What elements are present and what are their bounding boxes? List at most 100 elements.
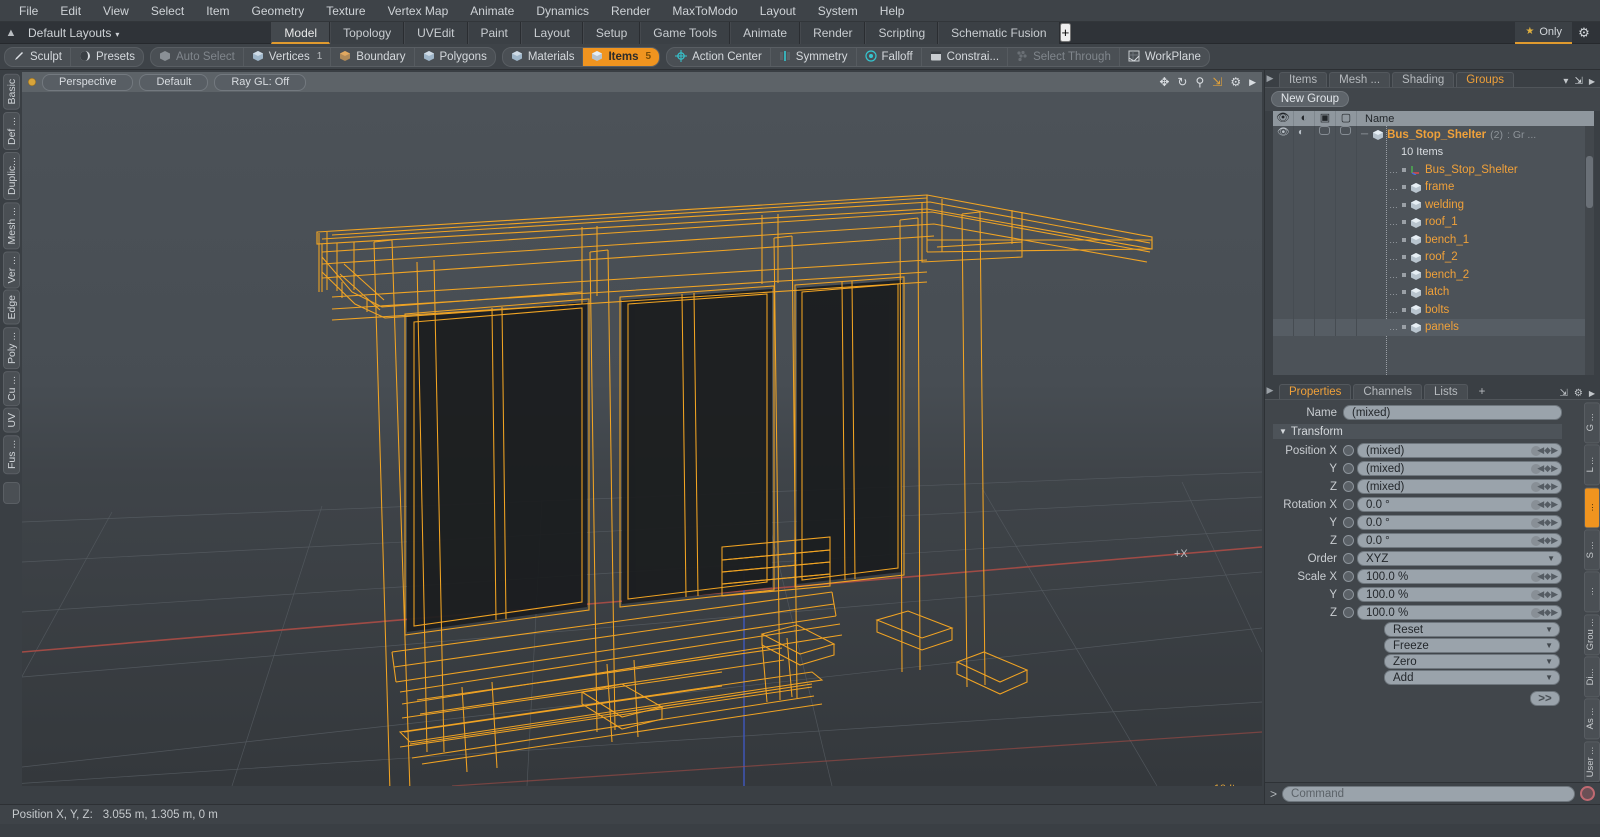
toolbar-button-falloff[interactable]: Falloff bbox=[857, 47, 922, 66]
property-field[interactable]: (mixed) ◀◆▶ bbox=[1357, 461, 1562, 476]
tree-shade-cell[interactable]: ◐ bbox=[1294, 126, 1315, 144]
properties-side-tab-2[interactable]: ... bbox=[1584, 486, 1600, 528]
tree-box1-cell[interactable] bbox=[1315, 213, 1336, 231]
tree-eye-cell[interactable] bbox=[1273, 301, 1294, 319]
rail-bottom-box[interactable] bbox=[2, 481, 20, 504]
property-spinner[interactable]: ◀◆▶ bbox=[1537, 445, 1558, 456]
property-field[interactable]: 0.0 ° ◀◆▶ bbox=[1357, 497, 1562, 512]
order-radio[interactable] bbox=[1343, 553, 1354, 564]
property-radio[interactable] bbox=[1343, 607, 1354, 618]
left-rail-tab-9[interactable]: Fus ... bbox=[2, 434, 20, 474]
tree-box2-cell[interactable] bbox=[1336, 196, 1357, 214]
viewport-indicator-icon[interactable] bbox=[28, 78, 36, 86]
toolbar-button-workplane[interactable]: WorkPlane bbox=[1120, 48, 1209, 66]
left-rail-tab-4[interactable]: Ver ... bbox=[2, 251, 20, 289]
tree-box2-cell[interactable] bbox=[1336, 283, 1357, 301]
tree-item-row[interactable]: … panels bbox=[1273, 318, 1594, 336]
menu-item-maxtomodo[interactable]: MaxToModo bbox=[661, 0, 748, 22]
toolbar-button-action-center[interactable]: Action Center bbox=[667, 47, 771, 66]
layout-tab-topology[interactable]: Topology bbox=[330, 21, 405, 44]
properties-side-tab-5[interactable]: Grou ... bbox=[1584, 613, 1600, 655]
toolbar-button-select-through[interactable]: Select Through bbox=[1008, 47, 1120, 66]
left-rail-tab-0[interactable]: Basic bbox=[2, 74, 20, 110]
property-spinner[interactable]: ◀◆▶ bbox=[1537, 499, 1558, 510]
panel-tab-mesh[interactable]: Mesh ... bbox=[1329, 72, 1391, 87]
tree-shade-cell[interactable] bbox=[1294, 266, 1315, 284]
action-dropdown-reset[interactable]: Reset ▼ bbox=[1384, 622, 1560, 637]
properties-tab-lists[interactable]: Lists bbox=[1424, 384, 1468, 399]
tree-box1-cell[interactable] bbox=[1315, 318, 1336, 336]
left-rail-tab-7[interactable]: Cu ... bbox=[2, 371, 20, 407]
transform-section-header[interactable]: ▼ Transform bbox=[1273, 424, 1562, 439]
tree-group-row[interactable]: 👁 ◐ ─ Bus_Stop_Shelter (2): Gr ... bbox=[1273, 126, 1594, 144]
property-field[interactable]: (mixed) ◀◆▶ bbox=[1357, 479, 1562, 494]
toolbar-button-boundary[interactable]: Boundary bbox=[331, 47, 415, 66]
record-icon[interactable] bbox=[1580, 786, 1595, 801]
property-field[interactable]: 100.0 % ◀◆▶ bbox=[1357, 587, 1562, 602]
property-spinner[interactable]: ◀◆▶ bbox=[1537, 481, 1558, 492]
layout-tab-paint[interactable]: Paint bbox=[467, 21, 521, 44]
property-radio[interactable] bbox=[1343, 463, 1354, 474]
property-radio[interactable] bbox=[1343, 535, 1354, 546]
tree-item-cell[interactable]: … panels bbox=[1357, 321, 1594, 333]
tree-item-cell[interactable]: … bench_1 bbox=[1357, 234, 1594, 246]
menu-item-render[interactable]: Render bbox=[600, 0, 661, 22]
left-rail-tab-1[interactable]: Def ... bbox=[2, 111, 20, 150]
tree-shade-cell[interactable] bbox=[1294, 161, 1315, 179]
tree-box2-cell[interactable] bbox=[1336, 301, 1357, 319]
tree-shade-cell[interactable] bbox=[1294, 231, 1315, 249]
home-icon[interactable]: ▲ bbox=[0, 27, 22, 39]
zoom-icon[interactable]: ⚲ bbox=[1195, 75, 1204, 89]
tree-eye-cell[interactable] bbox=[1273, 248, 1294, 266]
tree-eye-cell[interactable] bbox=[1273, 196, 1294, 214]
tree-eye-cell[interactable] bbox=[1273, 213, 1294, 231]
gear-icon[interactable]: ⚙ bbox=[1230, 75, 1241, 89]
tree-box1-cell[interactable] bbox=[1315, 143, 1336, 161]
new-group-button[interactable]: New Group bbox=[1271, 91, 1349, 107]
tree-shade-cell[interactable] bbox=[1294, 248, 1315, 266]
menu-item-geometry[interactable]: Geometry bbox=[241, 0, 316, 22]
layout-tab-layout[interactable]: Layout bbox=[520, 21, 583, 44]
property-spinner[interactable]: ◀◆▶ bbox=[1537, 463, 1558, 474]
tree-item-row[interactable]: … roof_2 bbox=[1273, 248, 1594, 266]
panel-tab-groups[interactable]: Groups bbox=[1456, 72, 1514, 87]
toolbar-button-polygons[interactable]: Polygons bbox=[415, 48, 495, 66]
eye-icon[interactable]: 👁 bbox=[1273, 111, 1294, 126]
property-radio[interactable] bbox=[1343, 571, 1354, 582]
tree-item-cell[interactable]: … bench_2 bbox=[1357, 269, 1594, 281]
menu-item-item[interactable]: Item bbox=[195, 0, 240, 22]
chevron-down-icon[interactable]: ▾ bbox=[1563, 76, 1568, 87]
tree-box2-cell[interactable] bbox=[1336, 266, 1357, 284]
gear-icon[interactable]: ⚙ bbox=[1574, 388, 1583, 399]
menu-item-animate[interactable]: Animate bbox=[459, 0, 525, 22]
property-radio[interactable] bbox=[1343, 517, 1354, 528]
tree-item-row[interactable]: … Bus_Stop_Shelter bbox=[1273, 161, 1594, 179]
toolbar-button-presets[interactable]: Presets bbox=[71, 48, 143, 66]
tree-eye-cell[interactable] bbox=[1273, 178, 1294, 196]
shading-icon[interactable]: ◐ bbox=[1294, 111, 1315, 126]
tree-box1-cell[interactable] bbox=[1315, 196, 1336, 214]
tree-item-cell[interactable]: … bolts bbox=[1357, 304, 1594, 316]
tree-item-cell[interactable]: … welding bbox=[1357, 199, 1594, 211]
move-icon[interactable]: ✥ bbox=[1159, 75, 1169, 89]
property-field[interactable]: 100.0 % ◀◆▶ bbox=[1357, 569, 1562, 584]
action-dropdown-zero[interactable]: Zero ▼ bbox=[1384, 654, 1560, 669]
command-input[interactable]: Command bbox=[1282, 785, 1575, 802]
left-rail-tab-8[interactable]: UV bbox=[2, 408, 20, 433]
tree-shade-cell[interactable] bbox=[1294, 178, 1315, 196]
layout-tab-model[interactable]: Model bbox=[271, 21, 331, 44]
tree-box1-cell[interactable] bbox=[1315, 266, 1336, 284]
tree-shade-cell[interactable] bbox=[1294, 283, 1315, 301]
default-layouts-dropdown[interactable]: Default Layouts ▾ bbox=[22, 26, 125, 40]
menu-item-dynamics[interactable]: Dynamics bbox=[525, 0, 600, 22]
tree-item-row[interactable]: … roof_1 bbox=[1273, 213, 1594, 231]
menu-item-layout[interactable]: Layout bbox=[749, 0, 807, 22]
tree-eye-cell[interactable] bbox=[1273, 161, 1294, 179]
property-spinner[interactable]: ◀◆▶ bbox=[1537, 535, 1558, 546]
tree-box2-cell[interactable] bbox=[1336, 231, 1357, 249]
tree-eye-cell[interactable] bbox=[1273, 143, 1294, 161]
tree-eye-cell[interactable] bbox=[1273, 283, 1294, 301]
add-tab-button[interactable]: + bbox=[1059, 23, 1072, 42]
tree-item-cell[interactable]: … roof_2 bbox=[1357, 251, 1594, 263]
tree-shade-cell[interactable] bbox=[1294, 301, 1315, 319]
